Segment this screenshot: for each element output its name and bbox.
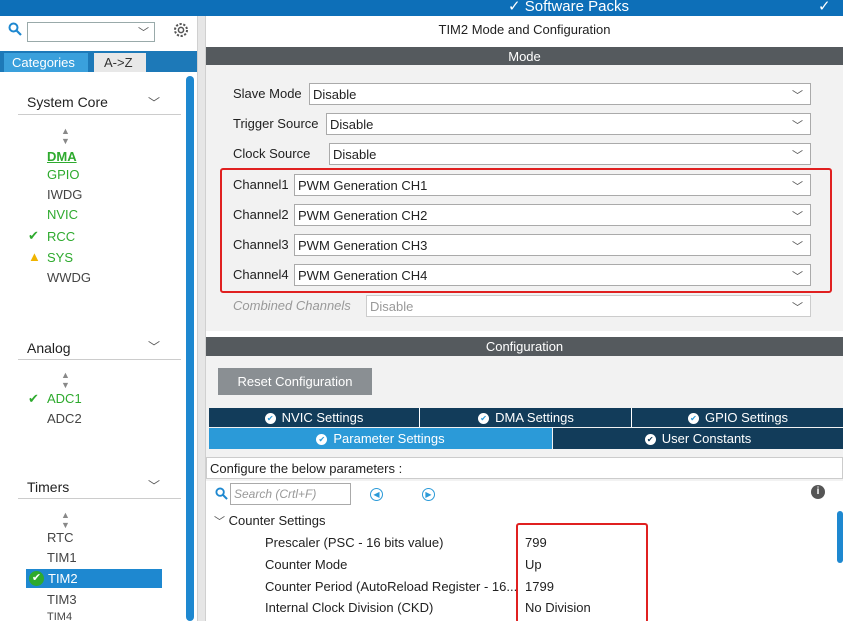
sidebar-item-adc2[interactable]: ADC2 <box>47 411 82 426</box>
counter-settings-group[interactable]: ﹀ Counter Settings <box>214 513 325 529</box>
chevron-down-icon[interactable]: ﹀ <box>148 94 160 111</box>
chevron-down-icon[interactable]: ﹀ <box>148 477 160 494</box>
tab-user-constants[interactable]: ✔ User Constants <box>553 428 843 449</box>
warning-icon: ▲ <box>28 249 41 264</box>
check-circle-icon: ✔ <box>687 413 699 425</box>
slave-mode-label: Slave Mode <box>233 86 302 101</box>
select-value: Disable <box>370 299 414 314</box>
sort-icon[interactable]: ▲ ▼ <box>61 370 70 390</box>
check-circle-icon: ✔ <box>644 434 656 446</box>
check-circle-icon: ✔ <box>264 413 276 425</box>
trigger-source-label: Trigger Source <box>233 116 319 131</box>
divider <box>18 359 181 360</box>
divider <box>18 498 181 499</box>
category-analog[interactable]: Analog <box>27 340 71 356</box>
sidebar-item-tim4[interactable]: TIM4 <box>47 611 72 621</box>
category-system-core[interactable]: System Core <box>27 94 108 110</box>
tab-parameter-settings[interactable]: ✔ Parameter Settings <box>209 428 552 449</box>
sidebar-item-adc1[interactable]: ADC1 <box>47 391 82 406</box>
previous-match-icon[interactable]: ◀ <box>370 488 383 501</box>
clock-source-label: Clock Source <box>233 146 311 161</box>
tab-dma-settings[interactable]: ✔ DMA Settings <box>421 408 632 427</box>
param-counter-period-label: Counter Period (AutoReload Register - 16… <box>265 579 518 594</box>
tab-label: User Constants <box>661 431 752 446</box>
param-clock-division-label: Internal Clock Division (CKD) <box>265 600 434 615</box>
sidebar-item-tim1[interactable]: TIM1 <box>47 550 77 565</box>
gear-icon[interactable] <box>172 21 190 39</box>
search-icon <box>215 487 228 500</box>
page-title: TIM2 Mode and Configuration <box>438 22 611 37</box>
tab-gpio-settings[interactable]: ✔ GPIO Settings <box>633 408 843 427</box>
combined-channels-select: Disable ﹀ <box>366 295 811 317</box>
chevron-down-icon: ﹀ <box>792 302 803 314</box>
mode-section-header[interactable]: Mode <box>206 47 843 66</box>
clock-source-select[interactable]: Disable ﹀ <box>329 143 811 165</box>
sidebar-item-rcc[interactable]: RCC <box>47 229 75 244</box>
param-prescaler-label: Prescaler (PSC - 16 bits value) <box>265 535 444 550</box>
chevron-down-icon: ﹀ <box>214 516 225 528</box>
sidebar-item-dma[interactable]: DMA <box>47 149 77 164</box>
category-search-input[interactable]: ﹀ <box>27 22 155 42</box>
divider <box>18 114 181 115</box>
search-icon <box>8 22 22 36</box>
left-search-row: ﹀ <box>0 16 197 50</box>
settings-tabs-bottom: ✔ Parameter Settings ✔ User Constants <box>209 428 843 449</box>
select-value: Disable <box>333 147 377 162</box>
info-icon[interactable]: i <box>811 485 825 499</box>
check-icon: ✔ <box>29 571 44 586</box>
sidebar-item-sys[interactable]: SYS <box>47 250 73 265</box>
trigger-source-select[interactable]: Disable ﹀ <box>326 113 811 135</box>
next-match-icon[interactable]: ▶ <box>422 488 435 501</box>
stm32cubemx-window: ✓ Software Packs ✓ F ﹀ Categories A->Z S… <box>0 0 843 621</box>
sidebar-item-iwdg[interactable]: IWDG <box>47 187 82 202</box>
sidebar-item-gpio[interactable]: GPIO <box>47 167 80 182</box>
check-circle-icon: ✔ <box>478 413 490 425</box>
tab-label: GPIO Settings <box>704 410 789 425</box>
reset-configuration-button[interactable]: Reset Configuration <box>218 368 372 395</box>
select-value: Disable <box>330 117 374 132</box>
chevron-down-icon[interactable]: ﹀ <box>138 24 149 40</box>
settings-tabs-top: ✔ NVIC Settings ✔ DMA Settings ✔ GPIO Setti… <box>209 408 843 427</box>
combined-channels-label: Combined Channels <box>233 298 351 313</box>
right-panel: TIM2 Mode and Configuration Mode Slave M… <box>206 16 843 621</box>
chevron-down-icon: ﹀ <box>792 150 803 162</box>
check-icon: ✔ <box>28 228 39 243</box>
highlight-box-channels <box>220 168 832 293</box>
parameter-search-input[interactable]: Search (Crtl+F) <box>230 483 351 505</box>
category-timers[interactable]: Timers <box>27 479 69 495</box>
top-banner: ✓ Software Packs ✓ F <box>0 0 843 32</box>
parameters-prompt: Configure the below parameters : <box>206 457 843 479</box>
select-value: Disable <box>313 87 357 102</box>
group-label: Counter Settings <box>228 513 326 528</box>
sort-icon[interactable]: ▲ ▼ <box>61 510 70 530</box>
tab-label: DMA Settings <box>495 410 574 425</box>
tab-a-to-z[interactable]: A->Z <box>94 53 146 72</box>
chevron-down-icon: ﹀ <box>792 90 803 102</box>
sidebar-item-tim2[interactable]: ✔ TIM2 <box>26 569 162 588</box>
tab-label: NVIC Settings <box>281 410 364 425</box>
check-icon: ✔ <box>28 391 39 406</box>
tab-label: Parameter Settings <box>333 431 445 446</box>
sidebar-item-nvic[interactable]: NVIC <box>47 207 78 222</box>
tab-categories[interactable]: Categories <box>4 53 88 72</box>
slave-mode-select[interactable]: Disable ﹀ <box>309 83 811 105</box>
software-packs-menu[interactable]: ✓ Software Packs <box>508 0 629 15</box>
sidebar-item-rtc[interactable]: RTC <box>47 530 73 545</box>
sort-icon[interactable]: ▲ ▼ <box>61 126 70 146</box>
panel-splitter[interactable] <box>197 16 206 621</box>
tab-nvic-settings[interactable]: ✔ NVIC Settings <box>209 408 420 427</box>
configuration-section-header[interactable]: Configuration <box>206 337 843 356</box>
sidebar-item-wwdg[interactable]: WWDG <box>47 270 91 285</box>
chevron-down-icon[interactable]: ﹀ <box>148 338 160 355</box>
left-scrollbar[interactable] <box>186 76 194 621</box>
sidebar-item-label: TIM2 <box>48 571 78 586</box>
category-tabs: Categories A->Z <box>0 51 197 72</box>
parameter-scrollbar[interactable] <box>837 511 843 563</box>
check-circle-icon: ✔ <box>316 434 328 446</box>
left-panel: ﹀ Categories A->Z System Core ﹀ ▲ ▼ DMA G… <box>0 16 197 621</box>
chevron-down-icon: ﹀ <box>792 120 803 132</box>
param-counter-mode-label: Counter Mode <box>265 557 348 572</box>
highlight-box-values <box>516 523 648 621</box>
sidebar-item-tim3[interactable]: TIM3 <box>47 592 77 607</box>
